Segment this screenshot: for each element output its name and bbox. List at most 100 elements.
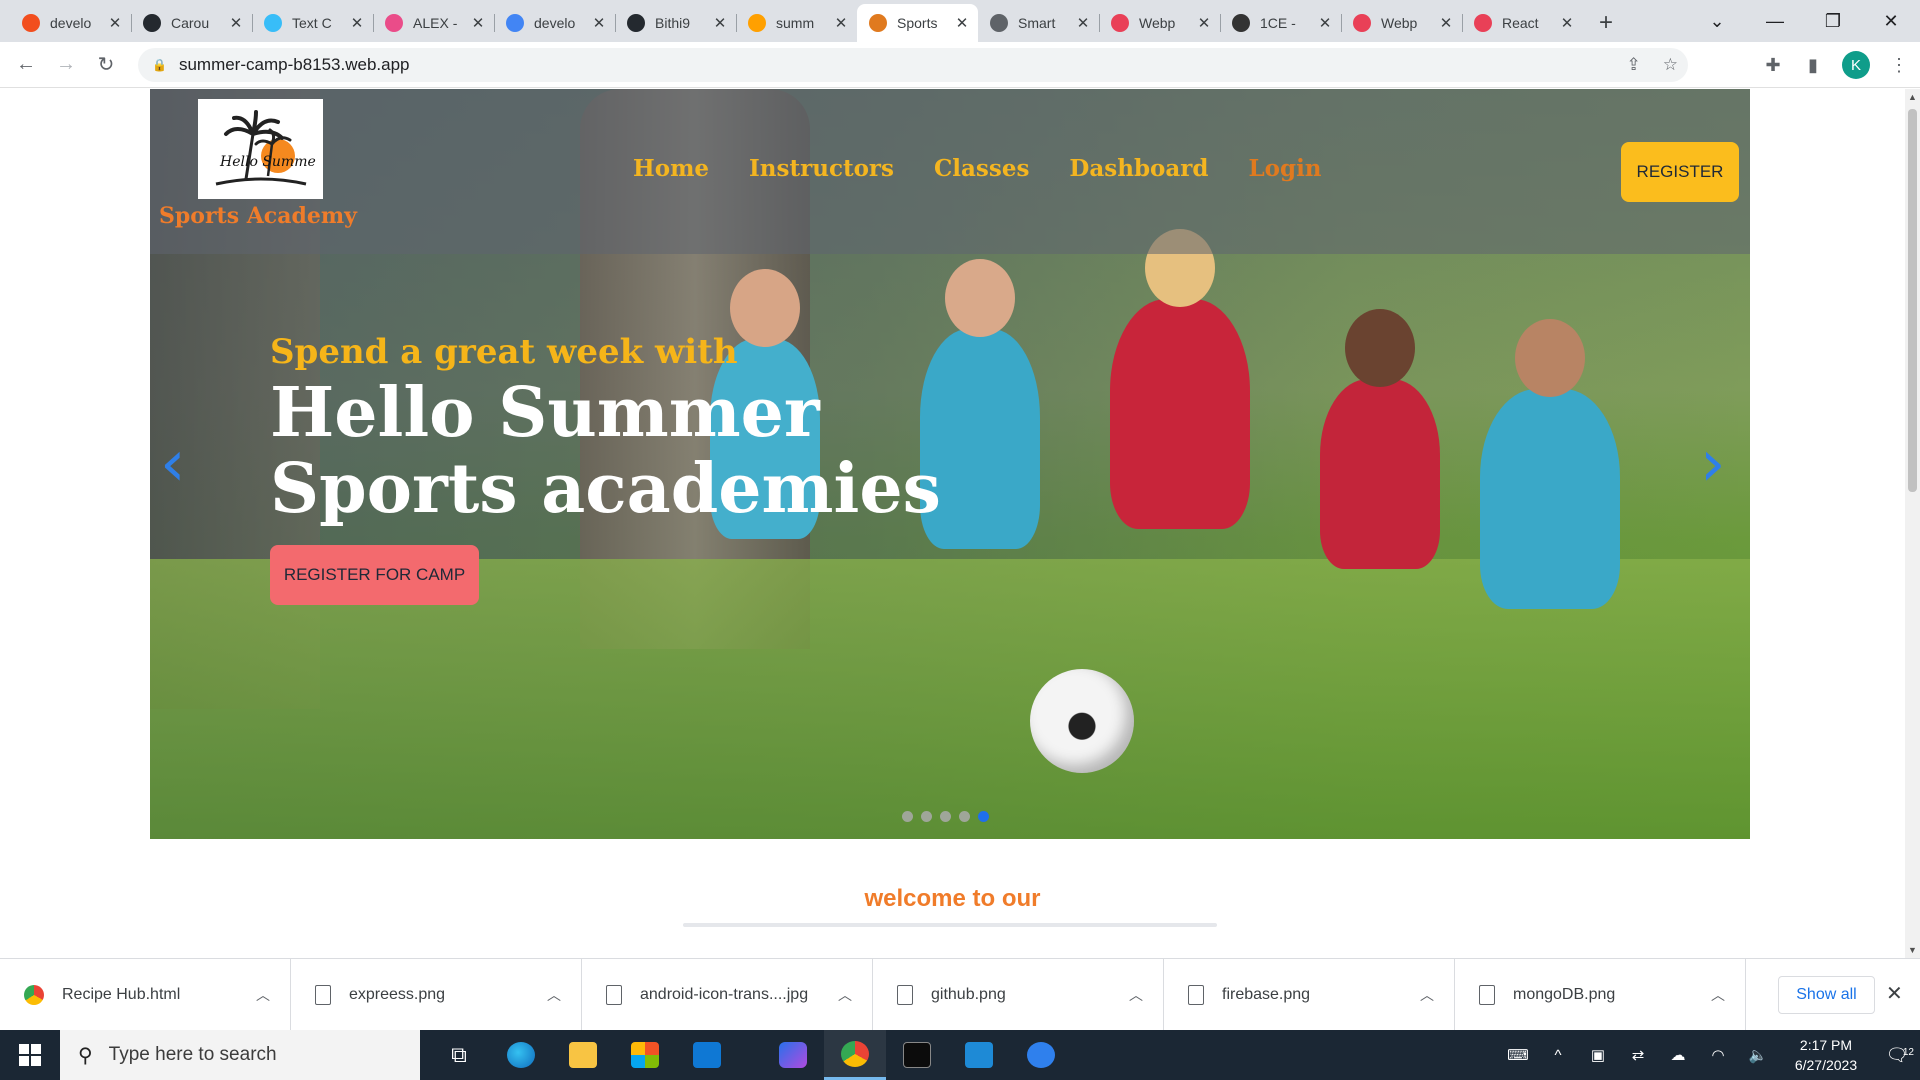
carousel-dot[interactable] (902, 811, 913, 822)
browser-menu-icon[interactable]: ⋮ (1888, 55, 1910, 76)
tab-search-icon[interactable]: ⌄ (1688, 11, 1746, 32)
tab-close-icon[interactable]: ✕ (954, 14, 970, 32)
tab-close-icon[interactable]: ✕ (591, 14, 607, 32)
tab-close-icon[interactable]: ✕ (712, 14, 728, 32)
app-badge-icon[interactable] (1010, 1030, 1072, 1080)
browser-tab[interactable]: Bithi9 ✕ (615, 4, 736, 42)
download-item[interactable]: mongoDB.png ︿ (1455, 958, 1746, 1031)
edge-icon[interactable] (490, 1030, 552, 1080)
nav-classes[interactable]: Classes (934, 155, 1029, 182)
browser-tab[interactable]: Carou ✕ (131, 4, 252, 42)
site-logo[interactable]: Hello Summer (198, 99, 323, 199)
carousel-dot[interactable] (978, 811, 989, 822)
taskbar-search[interactable]: ⚲ Type here to search (60, 1030, 420, 1080)
scroll-up-icon[interactable]: ▲ (1905, 92, 1920, 102)
tab-close-icon[interactable]: ✕ (1196, 14, 1212, 32)
show-hidden-icons-icon[interactable]: ^ (1538, 1047, 1578, 1064)
download-filename: mongoDB.png (1513, 985, 1616, 1003)
tab-close-icon[interactable]: ✕ (1438, 14, 1454, 32)
carousel-prev-arrow-icon[interactable]: ‹ (160, 432, 186, 496)
share-icon[interactable]: ⇪ (1627, 55, 1641, 75)
forward-button[interactable]: → (46, 53, 86, 76)
tab-close-icon[interactable]: ✕ (470, 14, 486, 32)
download-item[interactable]: android-icon-trans....jpg ︿ (582, 958, 873, 1031)
carousel-next-arrow-icon[interactable]: › (1700, 432, 1726, 496)
download-options-chevron-icon[interactable]: ︿ (838, 985, 852, 1005)
tab-title: Carou (171, 15, 210, 31)
lock-icon[interactable]: 🔒 (152, 58, 167, 72)
browser-tab[interactable]: React ✕ (1462, 4, 1583, 42)
page-scrollbar[interactable]: ▲ ▼ (1905, 89, 1920, 958)
onedrive-icon[interactable]: ☁ (1658, 1046, 1698, 1064)
microsoft-store-icon[interactable] (614, 1030, 676, 1080)
tab-close-icon[interactable]: ✕ (228, 14, 244, 32)
keyboard-icon[interactable]: ⌨ (1498, 1046, 1538, 1064)
download-options-chevron-icon[interactable]: ︿ (1129, 985, 1143, 1005)
tab-close-icon[interactable]: ✕ (1559, 14, 1575, 32)
profile-avatar[interactable]: K (1842, 51, 1870, 79)
volume-icon[interactable]: 🔈 (1738, 1046, 1778, 1064)
device-icon[interactable]: ▣ (1578, 1046, 1618, 1064)
browser-tab[interactable]: Text C ✕ (252, 4, 373, 42)
new-tab-button[interactable]: + (1589, 4, 1623, 42)
register-for-camp-button[interactable]: REGISTER FOR CAMP (270, 545, 479, 605)
scroll-down-icon[interactable]: ▼ (1905, 945, 1920, 955)
restore-button[interactable]: ❐ (1804, 11, 1862, 32)
nav-instructors[interactable]: Instructors (749, 155, 894, 182)
minimize-button[interactable]: — (1746, 11, 1804, 32)
download-item[interactable]: github.png ︿ (873, 958, 1164, 1031)
browser-tab[interactable]: Smart ✕ (978, 4, 1099, 42)
nav-home[interactable]: Home (633, 155, 709, 182)
show-all-downloads-button[interactable]: Show all (1778, 976, 1875, 1014)
start-button[interactable] (0, 1030, 60, 1080)
network-adapter-icon[interactable]: ⇄ (1618, 1046, 1658, 1064)
download-options-chevron-icon[interactable]: ︿ (1420, 985, 1434, 1005)
browser-tab[interactable]: develo ✕ (494, 4, 615, 42)
browser-tab[interactable]: summ ✕ (736, 4, 857, 42)
copilot-icon[interactable] (762, 1030, 824, 1080)
close-window-button[interactable]: ✕ (1862, 11, 1920, 32)
download-item[interactable]: Recipe Hub.html ︿ (0, 958, 291, 1031)
download-item[interactable]: expreess.png ︿ (291, 958, 582, 1031)
vscode-icon[interactable] (948, 1030, 1010, 1080)
task-view-icon[interactable]: ⧉ (428, 1030, 490, 1080)
carousel-dot[interactable] (921, 811, 932, 822)
tab-close-icon[interactable]: ✕ (1317, 14, 1333, 32)
notifications-icon[interactable]: 🗨 12 (1874, 1045, 1920, 1066)
side-panel-icon[interactable]: ▮ (1802, 55, 1824, 76)
terminal-icon[interactable] (886, 1030, 948, 1080)
carousel-dot[interactable] (940, 811, 951, 822)
bookmark-star-icon[interactable]: ☆ (1663, 55, 1678, 75)
clock[interactable]: 2:17 PM 6/27/2023 (1778, 1035, 1874, 1075)
download-item[interactable]: firebase.png ︿ (1164, 958, 1455, 1031)
download-options-chevron-icon[interactable]: ︿ (1711, 985, 1725, 1005)
scrollbar-thumb[interactable] (1908, 109, 1917, 492)
back-button[interactable]: ← (6, 53, 46, 76)
tab-close-icon[interactable]: ✕ (1075, 14, 1091, 32)
close-downloads-icon[interactable]: ✕ (1886, 981, 1903, 1006)
file-explorer-icon[interactable] (552, 1030, 614, 1080)
browser-tab[interactable]: develo ✕ (10, 4, 131, 42)
file-icon (1479, 984, 1495, 1005)
register-button[interactable]: REGISTER (1621, 142, 1739, 202)
carousel-dot[interactable] (959, 811, 970, 822)
nav-login[interactable]: Login (1248, 155, 1321, 182)
mail-icon[interactable] (676, 1030, 738, 1080)
download-options-chevron-icon[interactable]: ︿ (547, 985, 561, 1005)
download-options-chevron-icon[interactable]: ︿ (256, 985, 270, 1005)
chrome-taskbar-icon[interactable] (824, 1030, 886, 1080)
tab-close-icon[interactable]: ✕ (349, 14, 365, 32)
nav-dashboard[interactable]: Dashboard (1069, 155, 1208, 182)
wifi-icon[interactable]: ◠ (1698, 1046, 1738, 1064)
browser-tab[interactable]: Webp ✕ (1341, 4, 1462, 42)
brand-name[interactable]: Sports Academy (159, 203, 357, 229)
browser-tab[interactable]: Sports ✕ (857, 4, 978, 42)
browser-tab[interactable]: Webp ✕ (1099, 4, 1220, 42)
tab-close-icon[interactable]: ✕ (833, 14, 849, 32)
browser-tab[interactable]: 1CE - ✕ (1220, 4, 1341, 42)
extensions-icon[interactable]: ✚ (1762, 55, 1784, 76)
reload-button[interactable]: ↻ (86, 52, 126, 77)
browser-tab[interactable]: ALEX - ✕ (373, 4, 494, 42)
address-bar[interactable]: 🔒 summer-camp-b8153.web.app ⇪ ☆ (138, 48, 1688, 82)
tab-close-icon[interactable]: ✕ (107, 14, 123, 32)
